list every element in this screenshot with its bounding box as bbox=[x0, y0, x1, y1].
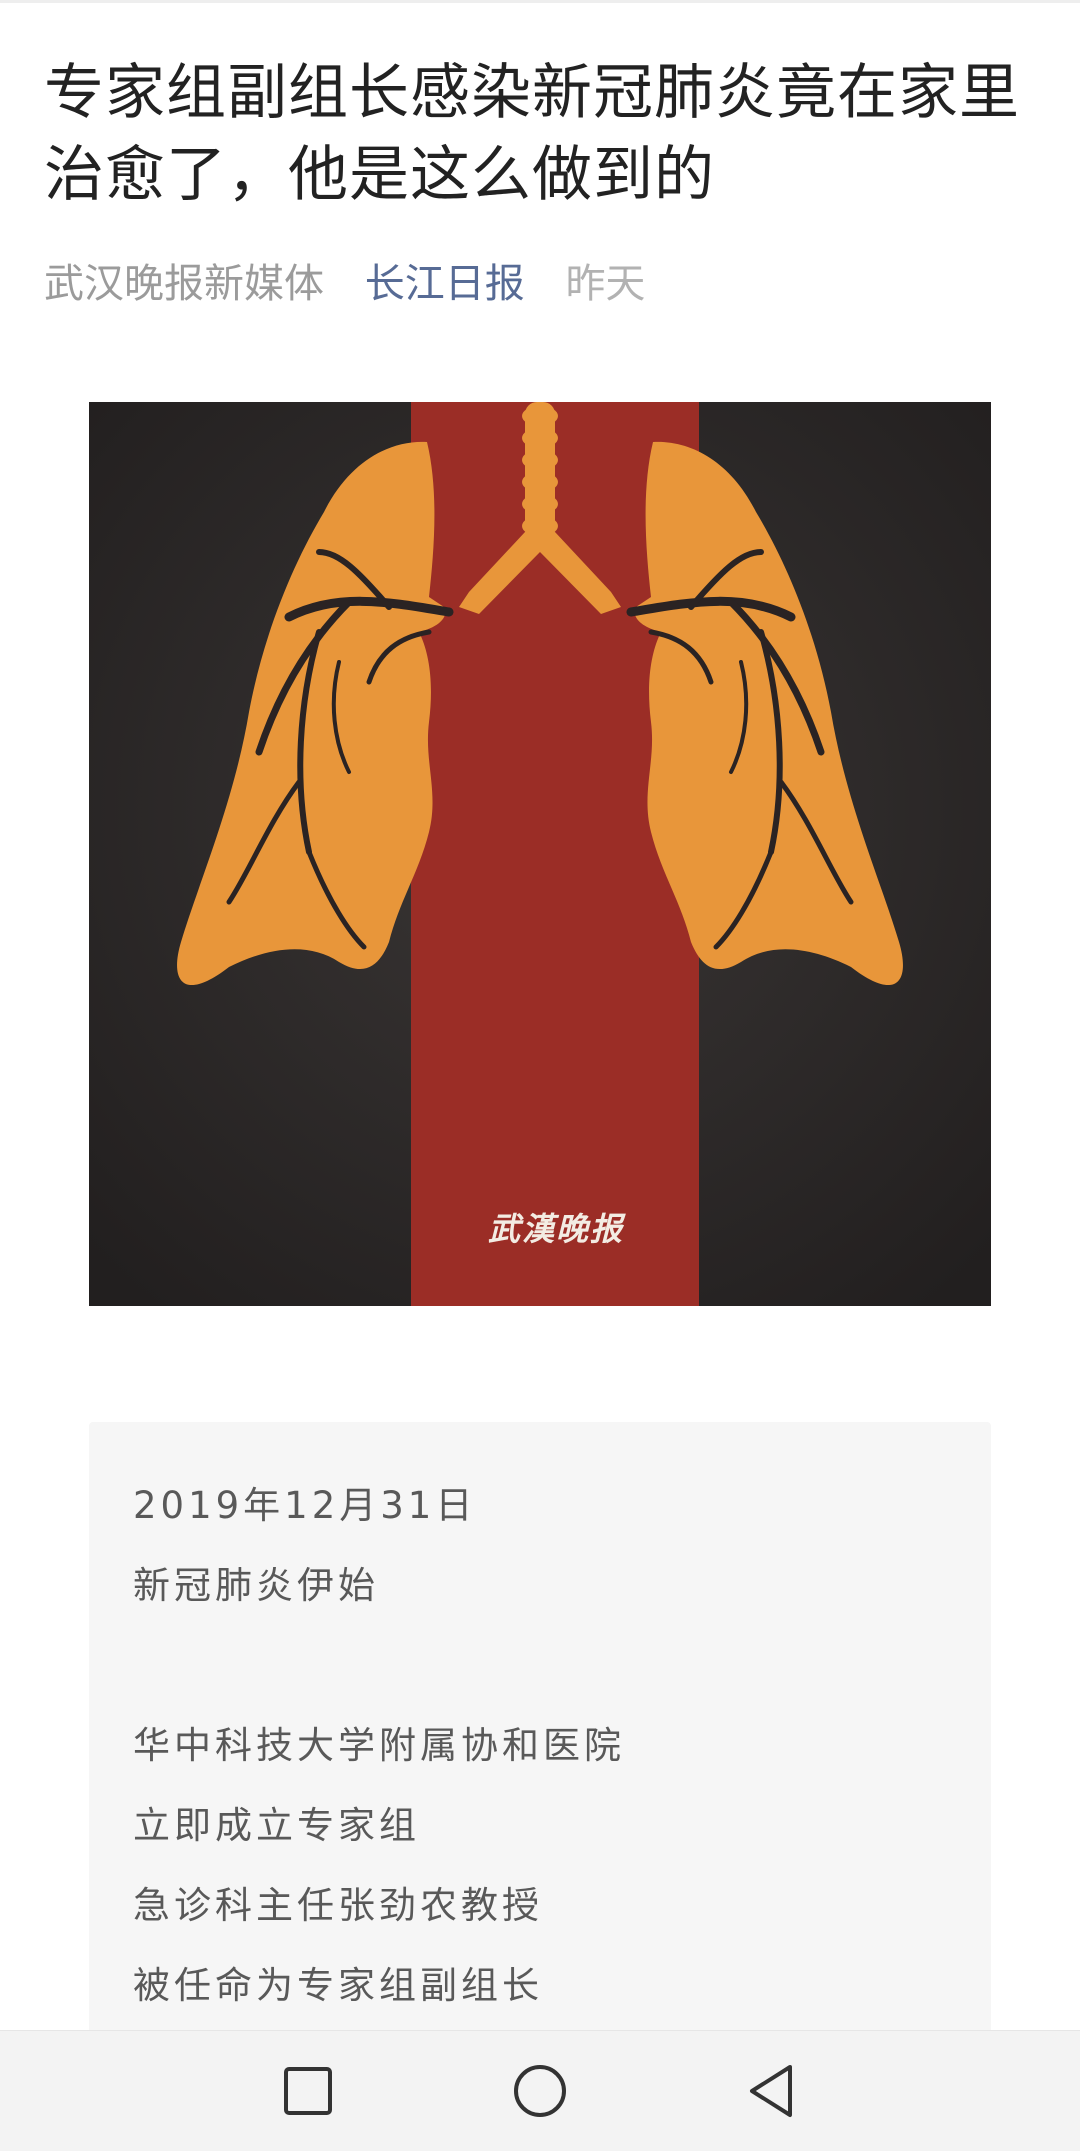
quote-line: 2019年12月31日 bbox=[133, 1484, 477, 1527]
triangle-back-icon bbox=[750, 2065, 792, 2117]
author-name: 武汉晚报新媒体 bbox=[44, 261, 324, 307]
recent-apps-button[interactable] bbox=[278, 2061, 338, 2121]
quote-line: 新冠肺炎伊始 bbox=[133, 1564, 379, 1607]
back-button[interactable] bbox=[742, 2061, 802, 2121]
top-divider bbox=[0, 0, 1080, 3]
lungs-illustration: 武漢晚报 bbox=[89, 402, 991, 1306]
quote-line: 华中科技大学附属协和医院 bbox=[133, 1724, 625, 1767]
article-title: 专家组副组长感染新冠肺炎竟在家里治愈了，他是这么做到的 bbox=[44, 58, 1020, 210]
publish-time: 昨天 bbox=[565, 261, 646, 307]
quote-line: 立即成立专家组 bbox=[133, 1804, 420, 1847]
intro-quote-block: 2019年12月31日 新冠肺炎伊始 华中科技大学附属协和医院 立即成立专家组 … bbox=[89, 1422, 991, 2030]
system-navigation-bar bbox=[0, 2030, 1080, 2151]
circle-icon bbox=[514, 2065, 566, 2117]
quote-line: 急诊科主任张劲农教授 bbox=[133, 1884, 543, 1927]
home-button[interactable] bbox=[510, 2061, 570, 2121]
quote-line: 被任命为专家组副组长 bbox=[133, 1964, 543, 2007]
article-meta: 武汉晚报新媒体 长江日报 昨天 bbox=[44, 254, 673, 314]
svg-text:武漢晚报: 武漢晚报 bbox=[488, 1210, 626, 1248]
square-icon bbox=[284, 2067, 332, 2115]
newspaper-logo: 武漢晚报 bbox=[488, 1210, 626, 1248]
article-page: 专家组副组长感染新冠肺炎竟在家里治愈了，他是这么做到的 武汉晚报新媒体 长江日报… bbox=[0, 0, 1080, 2030]
cover-image[interactable]: 武漢晚报 bbox=[89, 402, 991, 1306]
account-link[interactable]: 长江日报 bbox=[365, 261, 525, 307]
